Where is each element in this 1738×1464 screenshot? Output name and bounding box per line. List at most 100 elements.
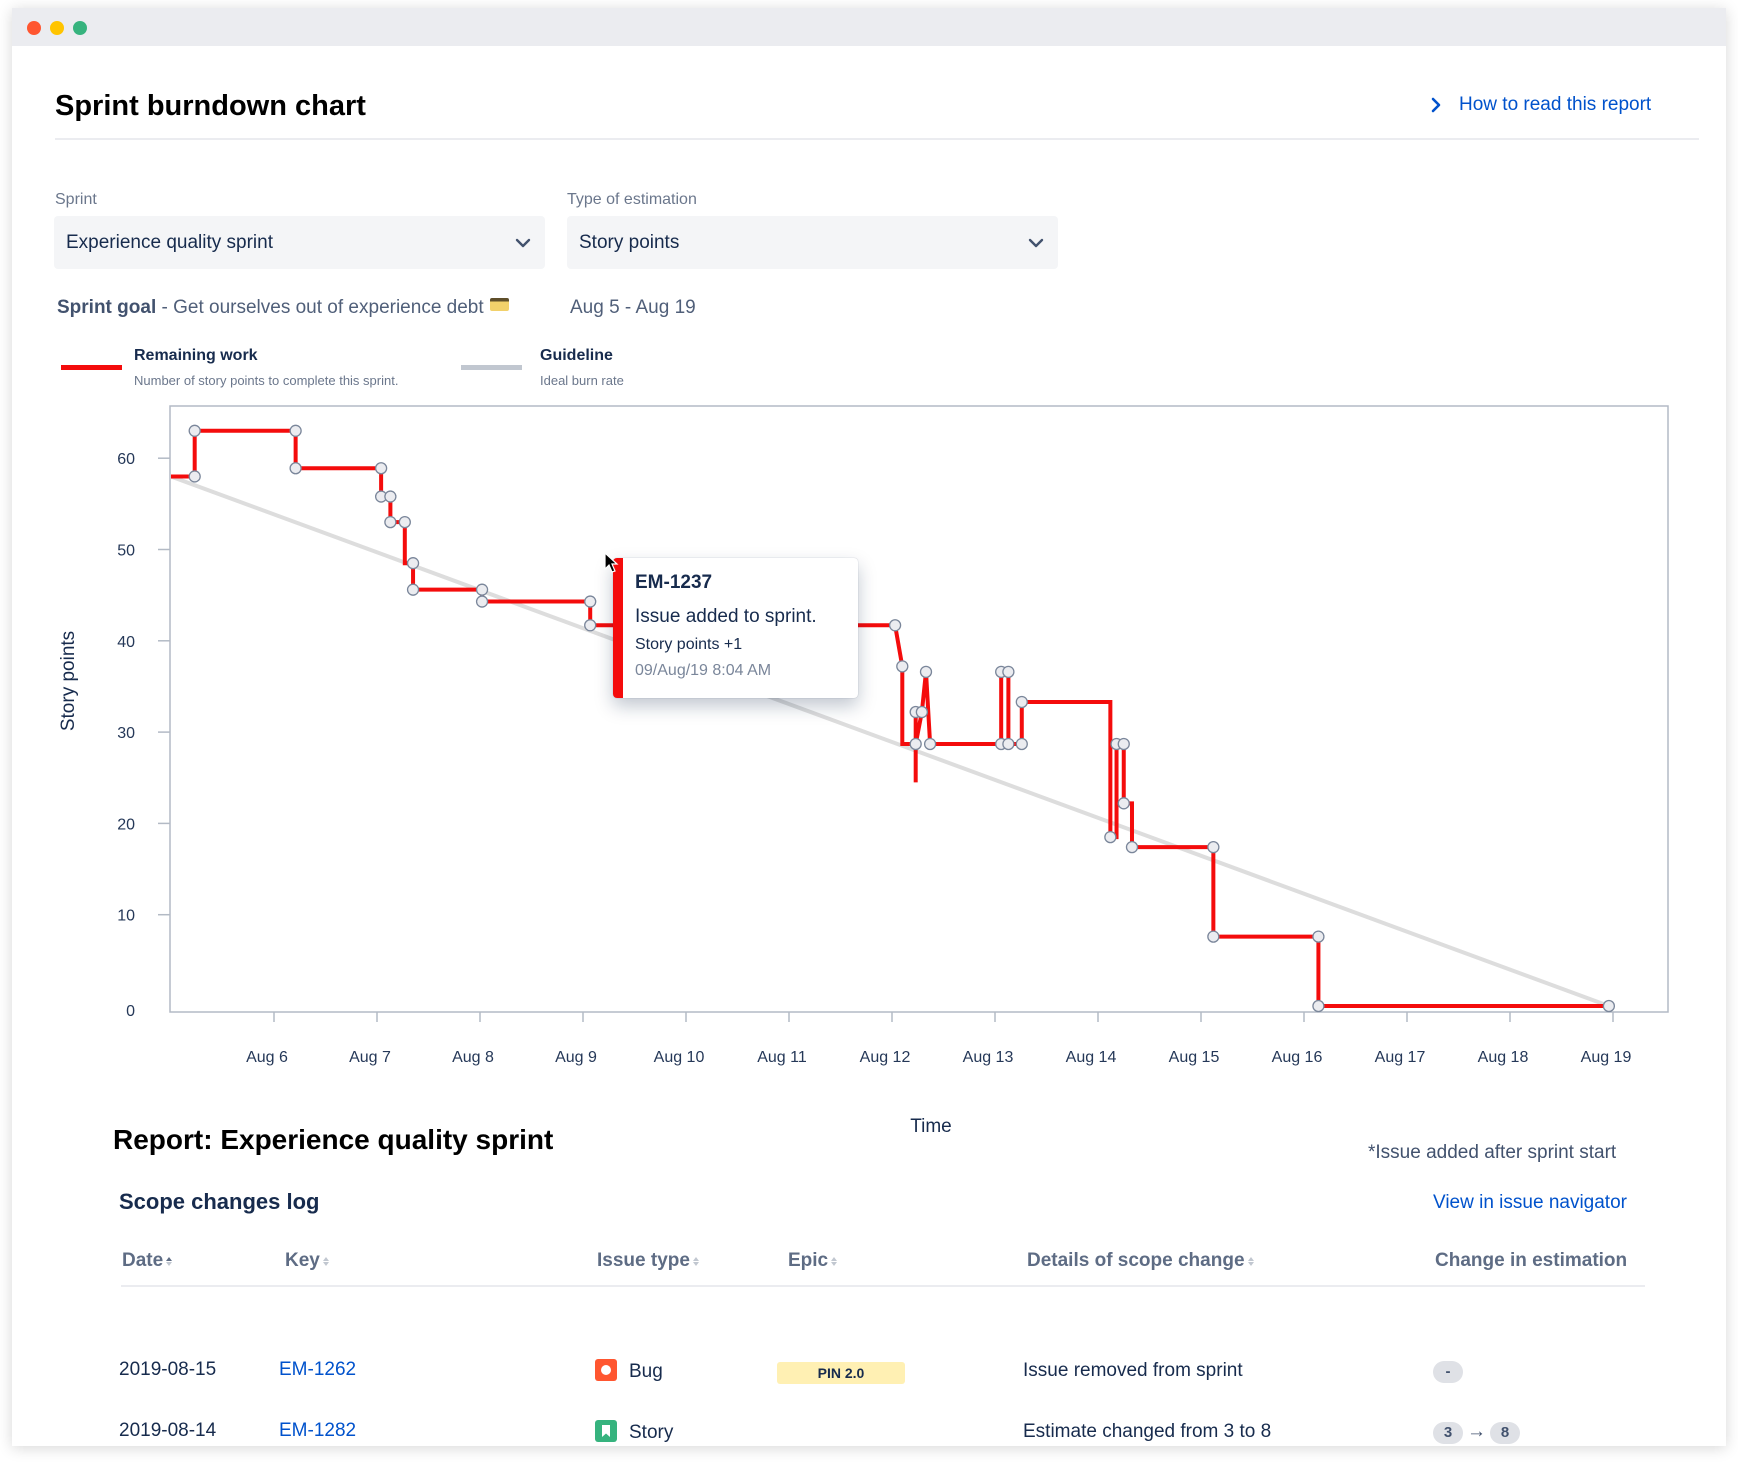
x-tick-label: Aug 18: [1478, 1049, 1529, 1066]
column-header-change-in-estimation: Change in estimation: [1435, 1250, 1627, 1272]
report-title: Report: Experience quality sprint: [113, 1124, 554, 1155]
y-tick-label: 20: [117, 816, 135, 833]
data-point: [188, 470, 201, 483]
data-point: [1104, 830, 1117, 844]
tooltip-change: Story points +1: [635, 636, 743, 653]
y-tick-label: 30: [117, 725, 135, 742]
row-date: 2019-08-15: [119, 1359, 217, 1380]
data-point: [896, 660, 909, 673]
column-header-change-label: Change in estimation: [1435, 1250, 1628, 1271]
guideline-series: [170, 474, 1610, 1008]
data-point: [923, 737, 937, 751]
column-header-details[interactable]: Details of scope change: [1027, 1250, 1254, 1272]
data-point: [1117, 737, 1130, 751]
data-point: [289, 462, 302, 475]
added-after-start-note: *Issue added after sprint start: [1368, 1142, 1617, 1163]
column-header-issue-type[interactable]: Issue type: [597, 1250, 699, 1272]
epic-lozenge: PIN 2.0: [777, 1362, 905, 1384]
x-axis-title: Time: [910, 1116, 952, 1137]
x-tick-label: Aug 11: [757, 1049, 807, 1066]
column-header-issue-type-label: Issue type: [597, 1250, 690, 1271]
column-header-key-label: Key: [285, 1250, 320, 1271]
data-point: [406, 583, 420, 596]
row-issue-type: Bug: [595, 1359, 663, 1383]
story-icon: [595, 1420, 617, 1442]
x-tick-label: Aug 7: [349, 1049, 391, 1066]
data-point: [1117, 797, 1130, 810]
arrow-right-icon: →: [1467, 1421, 1486, 1442]
burndown-chart: 0 10 20 30 40 50 60 Aug 6 Aug 7 Aug 8 Aug 9 Aug 10 A…: [58, 405, 1669, 1137]
row-scope-change-details: Estimate changed from 3 to 8: [1023, 1421, 1272, 1442]
data-point: [584, 595, 597, 608]
data-point: [1207, 930, 1220, 943]
x-tick-label: Aug 17: [1375, 1049, 1426, 1066]
data-point: [1312, 930, 1325, 943]
data-point: [1602, 999, 1616, 1013]
row-issue-type-label: Bug: [629, 1361, 663, 1382]
row-estimation-change: 3 → 8: [1433, 1421, 1520, 1444]
estimation-to-pill: 8: [1490, 1422, 1520, 1444]
x-tick-label: Aug 19: [1581, 1049, 1632, 1066]
remaining-work-series: [171, 428, 1609, 1008]
tooltip-message: Issue added to sprint.: [635, 606, 817, 627]
y-tick-label: 60: [117, 451, 135, 468]
x-tick-label: Aug 15: [1169, 1049, 1220, 1066]
mouse-cursor-icon: [604, 552, 619, 573]
data-point: [289, 424, 302, 437]
data-point: [374, 462, 388, 475]
remaining-work-line: [171, 428, 1609, 1008]
y-tick-label: 10: [117, 908, 135, 925]
x-tick-label: Aug 12: [860, 1049, 911, 1066]
data-point: [384, 515, 397, 529]
y-axis-title: Story points: [58, 631, 79, 731]
row-estimation-change: -: [1433, 1361, 1463, 1383]
data-point: [888, 619, 902, 632]
chart-tooltip: EM-1237 Issue added to sprint. Story poi…: [613, 558, 858, 698]
row-date: 2019-08-14: [119, 1420, 217, 1441]
sort-icon: [322, 1256, 329, 1266]
column-header-date[interactable]: Date: [122, 1250, 173, 1272]
bug-icon: [595, 1359, 617, 1381]
x-tick-label: Aug 13: [963, 1049, 1014, 1066]
data-point: [398, 515, 411, 529]
app-window: Sprint burndown chart How to read this r…: [12, 8, 1726, 1446]
data-point: [584, 619, 597, 632]
table-header-divider: [121, 1285, 1645, 1287]
data-point: [384, 490, 397, 503]
guideline: [170, 474, 1610, 1008]
sort-icon: [831, 1256, 838, 1266]
x-tick-label: Aug 14: [1066, 1049, 1117, 1066]
column-header-key[interactable]: Key: [285, 1250, 329, 1272]
chart-axes: 0 10 20 30 40 50 60 Aug 6 Aug 7 Aug 8 Aug 9 Aug 10 A…: [117, 405, 1669, 1066]
data-point: [1002, 737, 1015, 751]
row-issue-key-link[interactable]: EM-1282: [279, 1420, 356, 1442]
tooltip-timestamp: 09/Aug/19 8:04 AM: [635, 662, 772, 679]
x-tick-label: Aug 16: [1272, 1049, 1323, 1066]
data-point: [909, 737, 922, 751]
data-point: [1015, 695, 1028, 709]
y-tick-label: 50: [117, 543, 135, 560]
scope-changes-title: Scope changes log: [119, 1189, 320, 1214]
data-point: [475, 583, 489, 596]
row-issue-key-link[interactable]: EM-1262: [279, 1359, 356, 1381]
estimation-pill: -: [1433, 1361, 1463, 1383]
estimation-from-pill: 3: [1433, 1422, 1463, 1444]
data-point: [406, 557, 420, 570]
data-point: [1015, 737, 1028, 751]
sort-icon: [1247, 1256, 1254, 1266]
data-point: [1207, 840, 1220, 854]
row-issue-type-label: Story: [629, 1422, 674, 1443]
view-in-issue-navigator-link[interactable]: View in issue navigator: [1433, 1192, 1627, 1214]
column-header-details-label: Details of scope change: [1027, 1250, 1245, 1271]
x-tick-label: Aug 10: [654, 1049, 705, 1066]
data-point: [915, 705, 929, 719]
column-header-epic[interactable]: Epic: [788, 1250, 838, 1272]
data-point: [1312, 999, 1325, 1013]
data-point: [188, 424, 201, 437]
row-issue-type: Story: [595, 1420, 673, 1444]
row-scope-change-details: Issue removed from sprint: [1023, 1360, 1243, 1381]
data-point: [919, 665, 933, 678]
tooltip-accent-bar: [613, 558, 623, 698]
column-header-epic-label: Epic: [788, 1250, 829, 1271]
x-tick-label: Aug 8: [452, 1049, 494, 1066]
